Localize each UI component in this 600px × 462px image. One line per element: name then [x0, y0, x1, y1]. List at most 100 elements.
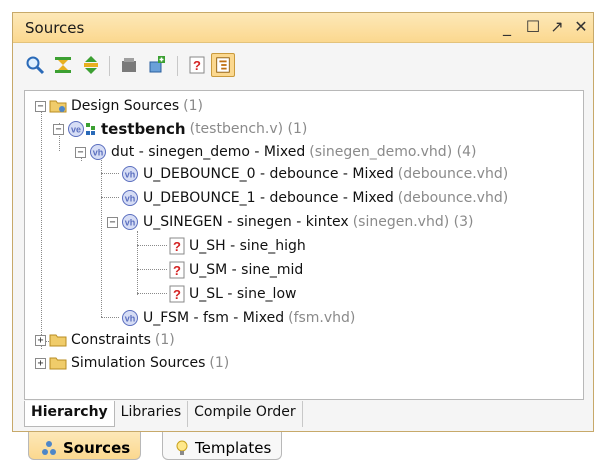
tree-connector [101, 157, 102, 317]
tree-item-debounce-1[interactable]: vh U_DEBOUNCE_1 - debounce - Mixed (debo… [121, 187, 508, 209]
tree-item-label: Simulation Sources [71, 355, 206, 371]
tab-label: Sources [63, 438, 131, 457]
add-sources-button[interactable] [117, 53, 141, 77]
tree-item-label: testbench [101, 120, 186, 138]
tab-label: Templates [195, 438, 272, 457]
search-icon [26, 56, 45, 75]
collapse-toggle[interactable]: − [53, 123, 64, 135]
tree-item-file: (testbench.v) (1) [189, 121, 308, 137]
tree-item-u-sh[interactable]: ? U_SH - sine_high [169, 235, 306, 257]
collapse-all-button[interactable] [51, 53, 75, 77]
tree-item-constraints[interactable]: + Constraints (1) [35, 329, 175, 351]
tree-item-file: (fsm.vhd) [288, 310, 356, 326]
toolbar-separator [109, 56, 110, 76]
tree-item-label: U_SM - sine_mid [189, 262, 304, 278]
tab-templates[interactable]: Templates [162, 432, 283, 460]
folder-icon [49, 98, 67, 114]
tree-item-testbench[interactable]: − ve testbench (testbench.v) (1) [53, 118, 307, 140]
expand-toggle[interactable]: + [35, 334, 46, 346]
vhdl-module-icon: vh [89, 143, 107, 161]
vhdl-module-icon: vh [121, 165, 139, 183]
tree-item-sinegen[interactable]: − vh U_SINEGEN - sinegen - kintex (sineg… [107, 211, 473, 233]
unknown-button[interactable]: ? [185, 53, 209, 77]
svg-text:?: ? [193, 58, 201, 73]
vhdl-module-icon: vh [121, 213, 139, 231]
tree-connector [137, 231, 138, 295]
toolbar: ? [13, 44, 593, 88]
hierarchy-update-button[interactable] [145, 53, 169, 77]
window-tabs: Sources Templates [12, 432, 412, 462]
svg-text:vh: vh [125, 314, 136, 324]
expand-all-button[interactable] [79, 53, 103, 77]
close-icon[interactable]: ✕ [571, 17, 591, 37]
tree-connector [137, 269, 167, 270]
expand-toggle[interactable]: + [35, 357, 46, 369]
sources-panel: Sources _ ☐ ↗ ✕ ? − Design Sources (1) −… [12, 12, 594, 432]
tab-compile-order[interactable]: Compile Order [188, 401, 303, 427]
tree-item-label: dut - sinegen_demo - Mixed [111, 144, 306, 160]
lightbulb-icon [176, 440, 188, 455]
tree-item-file: (sinegen.vhd) (3) [352, 214, 474, 230]
expand-all-icon [84, 56, 98, 74]
tree-connector [101, 173, 119, 174]
search-button[interactable] [23, 53, 47, 77]
tab-libraries[interactable]: Libraries [115, 401, 189, 427]
tree-item-file: (sinegen_demo.vhd) (4) [309, 144, 477, 160]
tree-item-count: (1) [209, 355, 230, 371]
collapse-toggle[interactable]: − [35, 100, 46, 112]
unknown-source-icon: ? [169, 261, 185, 279]
tree-item-debounce-0[interactable]: vh U_DEBOUNCE_0 - debounce - Mixed (debo… [121, 163, 508, 185]
tree-item-dut[interactable]: − vh dut - sinegen_demo - Mixed (sinegen… [75, 141, 476, 163]
hierarchy-update-icon [149, 56, 165, 73]
show-hierarchy-button[interactable] [211, 53, 235, 77]
tree-item-design-sources[interactable]: − Design Sources (1) [35, 95, 203, 117]
tree-item-label: Constraints [71, 332, 151, 348]
tree-item-fsm[interactable]: vh U_FSM - fsm - Mixed (fsm.vhd) [121, 307, 355, 329]
source-tree: − Design Sources (1) − ve testbench (tes… [24, 90, 584, 400]
tree-item-label: U_DEBOUNCE_1 - debounce - Mixed [143, 190, 394, 206]
panel-title-bar: Sources _ ☐ ↗ ✕ [13, 13, 593, 43]
svg-text:vh: vh [125, 218, 136, 228]
svg-text:vh: vh [93, 148, 104, 158]
tree-item-u-sl[interactable]: ? U_SL - sine_low [169, 283, 296, 305]
unknown-source-icon: ? [169, 237, 185, 255]
tree-connector [137, 293, 167, 294]
svg-text:vh: vh [125, 170, 136, 180]
collapse-toggle[interactable]: − [107, 216, 118, 228]
tree-item-simulation-sources[interactable]: + Simulation Sources (1) [35, 352, 229, 374]
tree-item-count: (1) [154, 332, 175, 348]
tree-connector [101, 317, 119, 318]
show-hierarchy-icon [216, 57, 230, 73]
tree-item-label: Design Sources [71, 98, 180, 114]
tree-connector [101, 197, 119, 198]
vhdl-module-icon: vh [121, 309, 139, 327]
tab-hierarchy[interactable]: Hierarchy [24, 401, 115, 427]
svg-text:vh: vh [125, 194, 136, 204]
tree-connector [41, 111, 42, 349]
sources-icon [42, 440, 56, 455]
unknown-source-icon: ? [169, 285, 185, 303]
tree-item-u-sm[interactable]: ? U_SM - sine_mid [169, 259, 303, 281]
collapse-toggle[interactable]: − [75, 146, 86, 158]
tree-item-label: U_SINEGEN - sinegen - kintex [143, 214, 349, 230]
tree-item-label: U_FSM - fsm - Mixed [143, 310, 285, 326]
tree-item-count: (1) [183, 98, 204, 114]
tree-item-label: U_SH - sine_high [189, 238, 306, 254]
maximize-icon[interactable]: ☐ [523, 17, 543, 37]
float-icon[interactable]: ↗ [547, 17, 567, 37]
collapse-all-icon [55, 57, 71, 73]
panel-title: Sources [25, 19, 85, 37]
folder-icon [49, 355, 67, 371]
tree-connector [137, 245, 167, 246]
svg-text:ve: ve [71, 125, 81, 135]
tree-item-file: (debounce.vhd) [397, 166, 509, 182]
svg-text:?: ? [173, 263, 181, 278]
unknown-icon: ? [189, 56, 205, 74]
folder-icon [49, 332, 67, 348]
minimize-icon[interactable]: _ [497, 17, 517, 37]
tree-item-file: (debounce.vhd) [397, 190, 509, 206]
vhdl-module-icon: vh [121, 189, 139, 207]
tree-item-label: U_SL - sine_low [189, 286, 297, 302]
tab-sources[interactable]: Sources [28, 432, 142, 460]
add-sources-icon [122, 58, 136, 72]
